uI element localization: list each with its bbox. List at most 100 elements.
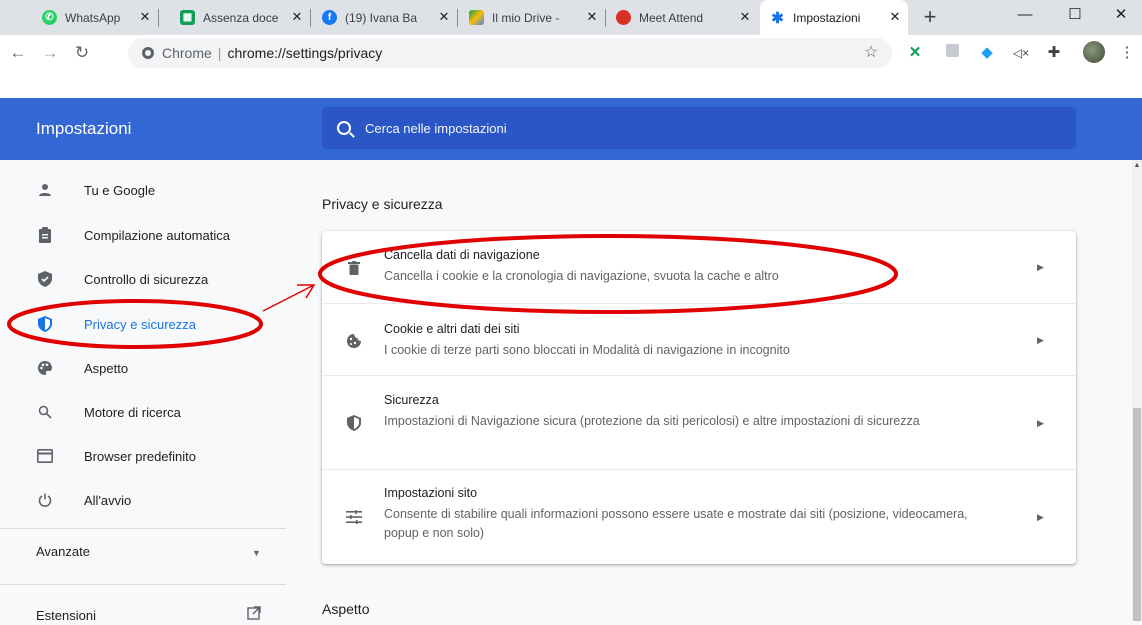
open-external-icon[interactable] (247, 606, 261, 625)
shield-check-icon (35, 269, 55, 289)
address-bar[interactable]: Chrome | chrome://settings/privacy (128, 38, 892, 68)
omnibox-scheme: Chrome (162, 45, 212, 61)
sidebar-item-tu-e-google[interactable]: Tu e Google (0, 170, 286, 210)
scrollbar-thumb[interactable] (1133, 408, 1141, 621)
row-cancella-dati[interactable]: Cancella dati di navigazione Cancella i … (322, 231, 1076, 303)
tab-drive[interactable]: Il mio Drive - ✕ (459, 0, 606, 35)
search-icon (35, 402, 55, 422)
extension-diamond-icon[interactable]: ◆ (978, 44, 996, 62)
sidebar-item-browser-predefinito[interactable]: Browser predefinito (0, 436, 286, 476)
tab-separator (310, 9, 311, 27)
privacy-card: Cancella dati di navigazione Cancella i … (322, 231, 1076, 564)
sidebar-item-avvio[interactable]: All'avvio (0, 480, 286, 520)
whatsapp-icon: ✆ (42, 10, 57, 25)
row-subtitle: Impostazioni di Navigazione sicura (prot… (384, 414, 920, 428)
shield-icon (344, 413, 364, 433)
sidebar-item-label: Privacy e sicurezza (84, 316, 196, 332)
mute-icon[interactable]: ◁× (1012, 44, 1030, 62)
tab-facebook[interactable]: f (19) Ivana Ba ✕ (312, 0, 458, 35)
tab-label: WhatsApp (65, 10, 121, 25)
chrome-icon (142, 47, 154, 59)
facebook-icon: f (322, 10, 337, 25)
row-subtitle: Consente di stabilire quali informazioni… (384, 507, 968, 540)
close-icon[interactable]: ✕ (437, 10, 451, 24)
row-title: Sicurezza (384, 393, 439, 407)
tab-strip: ✆ WhatsApp ✕ ▦ Assenza doce ✕ f (19) Iva… (0, 0, 1142, 35)
tab-label: (19) Ivana Ba (345, 10, 418, 25)
power-icon (35, 490, 55, 510)
tab-impostazioni[interactable]: ✱ Impostazioni ✕ (760, 0, 908, 35)
omnibox-separator: | (217, 45, 222, 61)
trash-icon (344, 258, 364, 278)
search-icon (337, 121, 351, 135)
tune-icon (344, 507, 364, 527)
sidebar-item-label: All'avvio (84, 492, 132, 508)
row-cookie[interactable]: Cookie e altri dati dei siti I cookie di… (322, 303, 1076, 375)
row-impostazioni-sito[interactable]: Impostazioni sito Consente di stabilire … (322, 469, 1076, 564)
bookmark-star-icon[interactable]: ☆ (862, 44, 880, 62)
row-title: Cookie e altri dati dei siti (384, 322, 520, 336)
avatar[interactable] (1083, 41, 1105, 63)
sidebar-item-label: Browser predefinito (84, 448, 196, 464)
chevron-right-icon: ▶ (1037, 418, 1044, 428)
tab-label: Impostazioni (793, 10, 861, 25)
row-subtitle: I cookie di terze parti sono bloccati in… (384, 343, 790, 357)
section-title: Privacy e sicurezza (322, 196, 443, 212)
meet-attendance-icon (616, 10, 631, 25)
extension-x-icon[interactable]: ✕ (906, 44, 924, 62)
sidebar-item-aspetto[interactable]: Aspetto (0, 348, 286, 388)
forward-button[interactable]: → (36, 39, 64, 67)
chevron-right-icon: ▶ (1037, 512, 1044, 522)
sidebar-divider (0, 584, 286, 585)
new-tab-button[interactable]: + (918, 5, 942, 29)
chevron-down-icon[interactable]: ▼ (252, 548, 261, 558)
reload-button[interactable]: ↻ (68, 39, 96, 67)
sidebar-item-label: Motore di ricerca (84, 404, 181, 420)
row-sicurezza[interactable]: Sicurezza Impostazioni di Navigazione si… (322, 375, 1076, 469)
close-icon[interactable]: ✕ (138, 10, 152, 24)
kebab-menu-icon[interactable]: ⋮ (1118, 44, 1136, 62)
maximize-button[interactable]: ☐ (1052, 0, 1098, 30)
chevron-right-icon: ▶ (1037, 262, 1044, 272)
settings-main: Privacy e sicurezza Cancella dati di nav… (286, 160, 1142, 621)
shield-icon (35, 314, 55, 334)
gear-icon: ✱ (771, 9, 784, 27)
sidebar-item-label: Tu e Google (84, 182, 156, 198)
tab-separator (158, 9, 159, 27)
sidebar-item-motore-ricerca[interactable]: Motore di ricerca (0, 392, 286, 432)
back-button[interactable]: ← (4, 39, 32, 67)
close-icon[interactable]: ✕ (585, 10, 599, 24)
close-icon[interactable]: ✕ (888, 10, 902, 24)
browser-icon (35, 446, 55, 466)
scroll-up-arrow[interactable]: ▲ (1133, 162, 1141, 170)
minimize-button[interactable]: — (1002, 0, 1048, 30)
cookie-icon (344, 331, 364, 351)
drive-icon (469, 10, 484, 25)
row-title: Cancella dati di navigazione (384, 248, 540, 262)
tab-label: Il mio Drive - (492, 10, 560, 25)
close-icon[interactable]: ✕ (738, 10, 752, 24)
browser-toolbar: ← → ↻ Chrome | chrome://settings/privacy… (0, 35, 1142, 98)
person-icon (35, 180, 55, 200)
row-subtitle: Cancella i cookie e la cronologia di nav… (384, 269, 779, 283)
tab-label: Assenza doce (203, 10, 279, 25)
search-input[interactable]: Cerca nelle impostazioni (322, 107, 1076, 149)
sidebar-divider (0, 528, 286, 529)
search-placeholder: Cerca nelle impostazioni (365, 120, 507, 136)
sidebar-item-label: Compilazione automatica (84, 227, 230, 243)
tab-meet-attendance[interactable]: Meet Attend ✕ (606, 0, 758, 35)
tab-assenza[interactable]: ▦ Assenza doce ✕ (170, 0, 311, 35)
close-icon[interactable]: ✕ (290, 10, 304, 24)
sidebar-item-privacy[interactable]: Privacy e sicurezza (0, 304, 286, 344)
extension-square-icon[interactable] (943, 44, 961, 62)
close-window-button[interactable]: ✕ (1098, 0, 1142, 30)
tab-whatsapp[interactable]: ✆ WhatsApp ✕ (32, 0, 159, 35)
chevron-right-icon: ▶ (1037, 335, 1044, 345)
puzzle-icon[interactable]: ✚ (1045, 44, 1063, 62)
sidebar-item-compilazione[interactable]: Compilazione automatica (0, 215, 286, 255)
sidebar-advanced[interactable]: Avanzate (36, 544, 90, 559)
sidebar-item-controllo-sicurezza[interactable]: Controllo di sicurezza (0, 259, 286, 299)
tab-separator (457, 9, 458, 27)
row-title: Impostazioni sito (384, 486, 478, 500)
sidebar-item-label: Aspetto (84, 360, 129, 376)
